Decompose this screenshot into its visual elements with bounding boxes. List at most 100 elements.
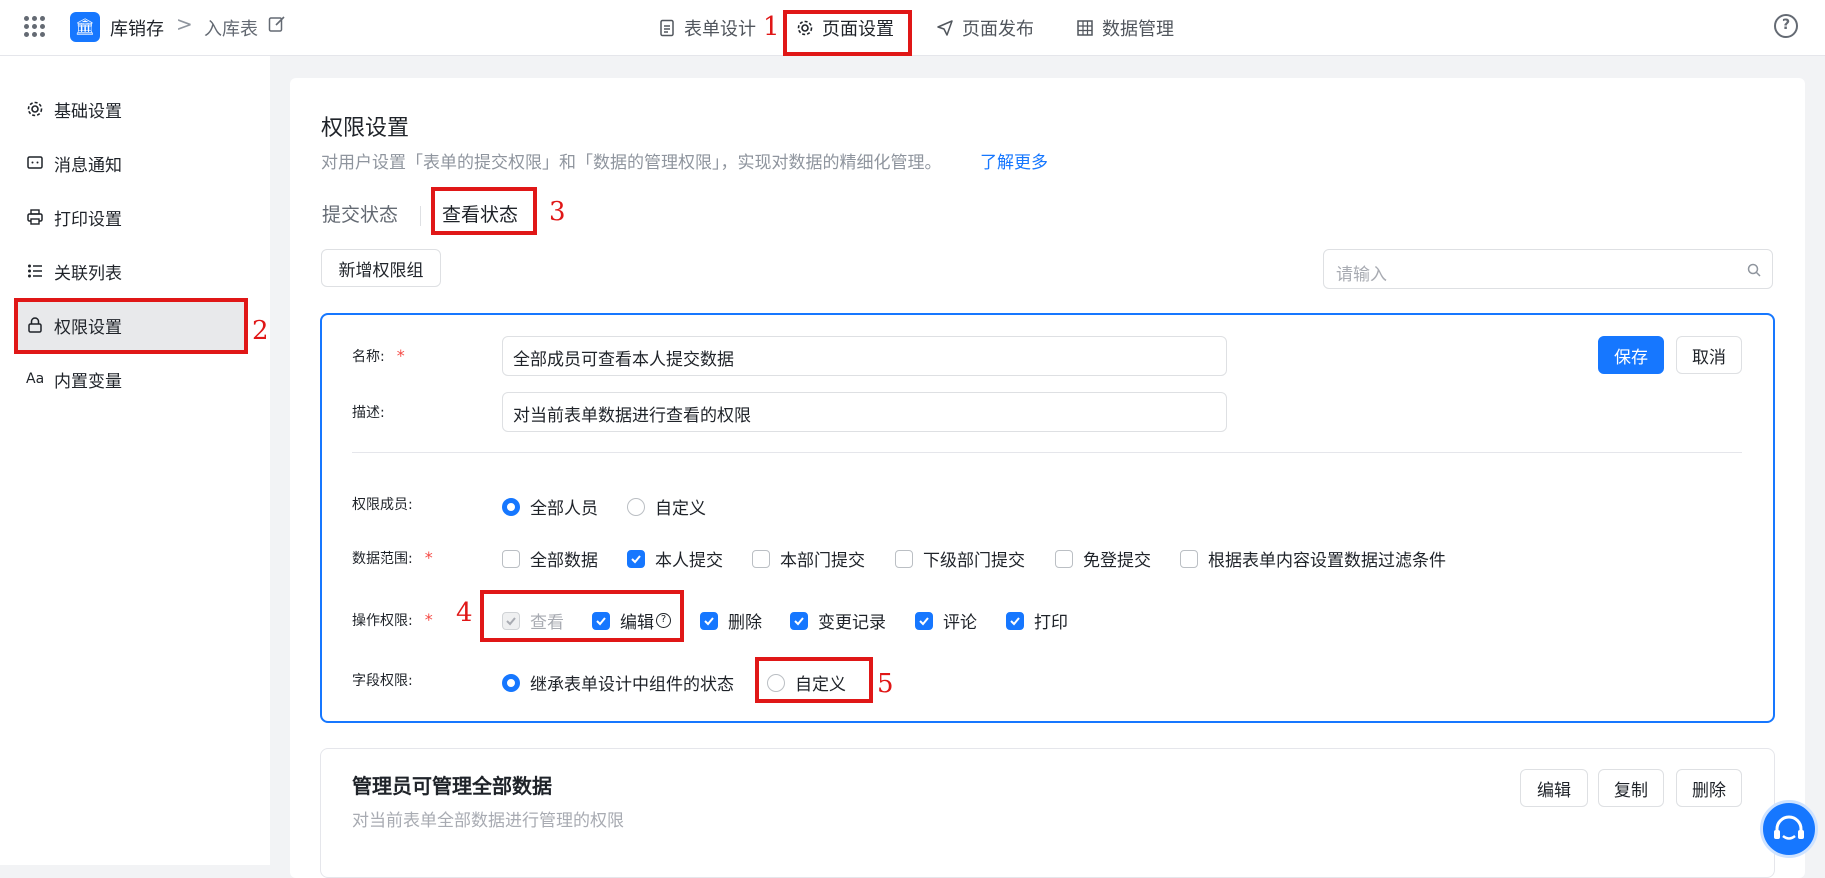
search-input[interactable]: 请输入 xyxy=(1323,249,1773,289)
op-change-log-checkbox[interactable]: 变更记录 xyxy=(790,608,886,633)
required-mark: * xyxy=(396,346,405,365)
sidebar-item-label: 内置变量 xyxy=(54,371,122,392)
sidebar-item-basic-settings[interactable]: 基础设置 xyxy=(14,82,248,136)
search-placeholder: 请输入 xyxy=(1336,265,1387,285)
group-description: 对当前表单全部数据进行管理的权限 xyxy=(352,811,624,831)
tab-form-design[interactable]: 表单设计 xyxy=(658,0,756,56)
cancel-button[interactable]: 取消 xyxy=(1676,336,1742,374)
copy-group-button[interactable]: 复制 xyxy=(1598,769,1664,807)
scope-dept-submit-checkbox[interactable]: 本部门提交 xyxy=(752,546,865,571)
members-label: 权限成员: xyxy=(352,497,413,513)
gear-icon xyxy=(27,101,43,117)
checkbox-checked xyxy=(1006,611,1024,630)
page-description: 对用户设置「表单的提交权限」和「数据的管理权限」，实现对数据的精细化管理。 xyxy=(321,153,942,173)
learn-more-link[interactable]: 了解更多 xyxy=(980,148,1048,173)
field-permission-label: 字段权限: xyxy=(352,673,413,689)
scope-self-submit-checkbox[interactable]: 本人提交 xyxy=(627,546,723,571)
members-all-radio[interactable]: 全部人员 xyxy=(502,494,598,519)
app-grid-icon[interactable] xyxy=(24,16,46,38)
add-permission-group-button[interactable]: 新增权限组 xyxy=(321,249,441,287)
tab-label: 页面发布 xyxy=(962,19,1034,40)
op-delete-checkbox[interactable]: 删除 xyxy=(700,608,762,633)
option-label: 本人提交 xyxy=(655,551,723,571)
option-label: 删除 xyxy=(728,613,762,633)
annotation-box-2 xyxy=(14,298,248,354)
field-inherit-radio[interactable]: 继承表单设计中组件的状态 xyxy=(502,670,734,695)
description-field[interactable]: 对当前表单数据进行查看的权限 xyxy=(502,392,1227,432)
required-mark: * xyxy=(424,548,433,567)
option-label: 免登提交 xyxy=(1083,551,1151,571)
radio-checked xyxy=(502,497,520,516)
scope-anonymous-submit-checkbox[interactable]: 免登提交 xyxy=(1055,546,1151,571)
option-label: 本部门提交 xyxy=(780,551,865,571)
send-icon xyxy=(937,20,953,36)
search-icon xyxy=(1747,263,1761,277)
font-icon: Aa xyxy=(26,371,45,387)
checkbox-checked xyxy=(627,549,645,568)
checkbox-checked xyxy=(790,611,808,630)
sidebar-item-label: 打印设置 xyxy=(54,209,122,230)
document-icon xyxy=(660,19,674,37)
page-title: 权限设置 xyxy=(321,116,410,141)
checkbox-checked xyxy=(915,611,933,630)
option-label: 继承表单设计中组件的状态 xyxy=(530,675,734,695)
app-logo-icon: 🏛 xyxy=(70,12,100,42)
tab-data-management[interactable]: 数据管理 xyxy=(1076,0,1174,56)
annotation-box-5 xyxy=(755,657,873,703)
checkbox-unchecked xyxy=(502,549,520,568)
annotation-number-1: 1 xyxy=(763,12,780,42)
annotation-number-4: 4 xyxy=(456,598,473,628)
sidebar-item-label: 消息通知 xyxy=(54,155,122,176)
scope-all-data-checkbox[interactable]: 全部数据 xyxy=(502,546,598,571)
scope-filter-condition-checkbox[interactable]: 根据表单内容设置数据过滤条件 xyxy=(1180,546,1446,571)
delete-group-button[interactable]: 删除 xyxy=(1676,769,1742,807)
headset-icon xyxy=(1774,815,1804,840)
checkbox-unchecked xyxy=(1180,549,1198,568)
radio-checked xyxy=(502,673,520,692)
checkbox-checked xyxy=(700,611,718,630)
subtab-divider xyxy=(420,206,421,226)
annotation-number-3: 3 xyxy=(549,197,566,227)
sidebar-item-related-list[interactable]: 关联列表 xyxy=(14,244,248,298)
sidebar-item-notifications[interactable]: 消息通知 xyxy=(14,136,248,190)
members-custom-radio[interactable]: 自定义 xyxy=(627,494,706,519)
option-label: 全部人员 xyxy=(530,499,598,519)
subtab-submit-state[interactable]: 提交状态 xyxy=(322,200,398,227)
sidebar-item-builtin-variables[interactable]: Aa 内置变量 xyxy=(14,352,248,406)
sidebar-item-label: 关联列表 xyxy=(54,263,122,284)
option-label: 自定义 xyxy=(655,499,706,519)
option-label: 下级部门提交 xyxy=(923,551,1025,571)
tab-label: 数据管理 xyxy=(1102,19,1174,40)
customer-service-button[interactable] xyxy=(1760,800,1818,858)
help-icon[interactable]: ? xyxy=(1774,14,1798,38)
option-label: 评论 xyxy=(943,613,977,633)
option-label: 全部数据 xyxy=(530,551,598,571)
name-field[interactable]: 全部成员可查看本人提交数据 xyxy=(502,336,1227,376)
edit-group-button[interactable]: 编辑 xyxy=(1520,769,1588,807)
table-icon xyxy=(1077,20,1093,36)
annotation-box-4 xyxy=(480,590,684,642)
tab-label: 表单设计 xyxy=(684,19,756,40)
data-scope-label: 数据范围: * xyxy=(352,548,433,567)
sidebar-item-print-settings[interactable]: 打印设置 xyxy=(14,190,248,244)
required-mark: * xyxy=(424,610,433,629)
op-comment-checkbox[interactable]: 评论 xyxy=(915,608,977,633)
message-icon xyxy=(27,156,43,169)
description-label: 描述: xyxy=(352,405,385,421)
annotation-number-2: 2 xyxy=(252,316,269,346)
annotation-box-3 xyxy=(431,187,537,235)
breadcrumb-separator: > xyxy=(176,12,193,36)
operations-label: 操作权限: * xyxy=(352,610,433,629)
name-label: 名称: * xyxy=(352,346,405,365)
app-name[interactable]: 库销存 xyxy=(110,15,164,41)
printer-icon xyxy=(27,209,43,225)
save-button[interactable]: 保存 xyxy=(1598,336,1664,374)
annotation-box-1 xyxy=(783,10,912,56)
op-print-checkbox[interactable]: 打印 xyxy=(1006,608,1068,633)
group-title: 管理员可管理全部数据 xyxy=(352,774,552,798)
tab-page-publish[interactable]: 页面发布 xyxy=(936,0,1034,56)
edit-icon[interactable] xyxy=(268,15,286,33)
checkbox-unchecked xyxy=(895,549,913,568)
scope-subdept-submit-checkbox[interactable]: 下级部门提交 xyxy=(895,546,1025,571)
breadcrumb-page: 入库表 xyxy=(204,19,258,40)
